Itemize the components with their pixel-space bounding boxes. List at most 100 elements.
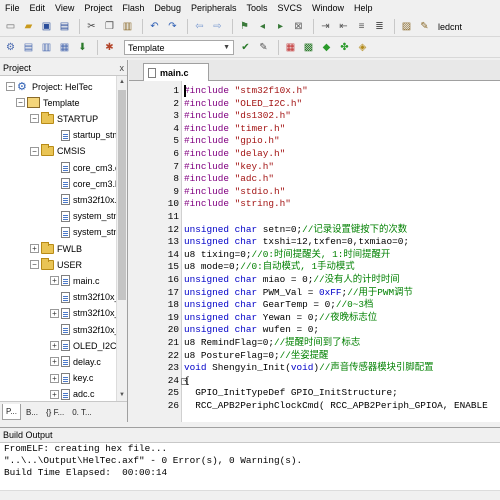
tree-folder-item[interactable]: + FWLB [30,240,82,257]
options-for-target-icon[interactable]: ✔ [238,40,253,55]
menu-window[interactable]: Window [307,0,349,17]
menu-peripherals[interactable]: Peripherals [186,0,242,17]
unindent-icon[interactable]: ⇤ [336,19,351,34]
code-editor[interactable]: #include "stm32f10x.h" #include "OLED_I2C… [184,81,500,422]
tree-file-item[interactable]: + key.c [50,370,93,387]
code-line[interactable]: #include "stdio.h" [184,186,285,199]
tree-folder-item[interactable]: − CMSIS [30,143,86,160]
expand-icon[interactable]: + [50,276,59,286]
next-bookmark-icon[interactable]: ▸ [273,19,288,34]
expand-icon[interactable]: + [50,357,59,367]
bookmark-icon[interactable]: ⚑ [237,19,252,34]
tree-folder-item[interactable]: − STARTUP [30,110,98,127]
scrollbar-thumb[interactable] [118,90,126,300]
menu-view[interactable]: View [50,0,79,17]
tree-file-item[interactable]: stm32f10x.h [50,191,122,208]
code-line[interactable]: u8 RemindFlag=0;//提醒时间到了标志 [184,337,360,350]
tab-functions[interactable]: {} F... [43,404,67,420]
download-icon[interactable]: ⬇ [75,40,90,55]
batch-build-icon[interactable]: ▦ [57,40,72,55]
rebuild-icon[interactable]: ▥ [39,40,54,55]
expand-icon[interactable]: + [50,308,59,318]
code-line[interactable]: unsigned char txshi=12,txfen=0,txmiao=0; [184,236,409,249]
build-output-scrollbar[interactable] [0,490,500,500]
tree-file-item[interactable]: core_cm3.c [50,159,120,176]
code-line[interactable]: void Shengyin_Init(void)//声音传感器模块引脚配置 [184,362,433,375]
code-line[interactable]: unsigned char Yewan = 0;//夜晚标志位 [184,312,377,325]
open-folder-icon[interactable]: ▰ [21,19,36,34]
edit-project-icon[interactable]: ✎ [417,19,432,34]
tree-file-item[interactable]: core_cm3.h [50,175,120,192]
collapse-icon[interactable]: − [16,98,25,108]
paste-icon[interactable]: ▥ [120,19,135,34]
tree-target-item[interactable]: − Template [16,94,80,111]
menu-edit[interactable]: Edit [25,0,51,17]
collapse-icon[interactable]: − [30,114,39,124]
tree-file-item[interactable]: + delay.c [50,353,101,370]
tab-main-c[interactable]: main.c [143,63,209,81]
code-line[interactable]: #include "key.h" [184,161,274,174]
code-line[interactable]: u8 PostureFlag=0;//坐姿提醒 [184,350,328,363]
tree-folder-item[interactable]: − USER [30,256,82,273]
pack-icon[interactable]: ◈ [355,40,370,55]
menu-help[interactable]: Help [349,0,378,17]
code-line[interactable]: GPIO_InitTypeDef GPIO_InitStructure; [184,387,398,400]
save-icon[interactable]: ▣ [39,19,54,34]
nav-forward-icon[interactable]: ⇨ [210,19,225,34]
code-line[interactable]: unsigned char PWM_Val = 0xFF;//用于PWM调节 [184,287,413,300]
code-line[interactable]: u8 mode=0;//0:自动模式, 1手动模式 [184,261,355,274]
code-line[interactable]: unsigned char GearTemp = 0;//0~3档 [184,299,373,312]
code-line[interactable]: #include "stm32f10x.h" [184,85,308,98]
select-software-packs-icon[interactable]: ✤ [337,40,352,55]
code-line[interactable]: unsigned char miao = 0;//没有人的计时时间 [184,274,400,287]
tree-file-item[interactable]: + OLED_I2C.c [50,337,124,354]
redo-icon[interactable]: ↷ [165,19,180,34]
close-icon[interactable]: x [120,63,125,73]
clear-bookmarks-icon[interactable]: ⊠ [291,19,306,34]
run-time-env-icon[interactable]: ◆ [319,40,334,55]
tab-project[interactable]: P... [2,404,21,420]
code-line[interactable]: #include "ds1302.h" [184,110,291,123]
tree-file-item[interactable]: + main.c [50,272,100,289]
expand-icon[interactable]: + [50,341,59,351]
code-line[interactable]: #include "delay.h" [184,148,285,161]
code-line[interactable]: unsigned char setn=0;//记录设置键按下的次数 [184,224,407,237]
code-line[interactable]: #include "OLED_I2C.h" [184,98,302,111]
expand-icon[interactable]: + [50,389,59,399]
menu-svcs[interactable]: SVCS [273,0,308,17]
collapse-icon[interactable]: − [30,146,39,156]
scroll-down-icon[interactable]: ▼ [117,389,127,401]
copy-icon[interactable]: ❐ [102,19,117,34]
menu-tools[interactable]: Tools [241,0,272,17]
compile-icon[interactable]: ⚙ [3,40,18,55]
menu-file[interactable]: File [0,0,25,17]
collapse-icon[interactable]: − [30,260,39,270]
code-line[interactable]: RCC_APB2PeriphClockCmd( RCC_APB2Periph_G… [184,400,488,413]
tab-books[interactable]: B... [23,404,41,420]
menu-project[interactable]: Project [79,0,117,17]
target-select[interactable]: Template ▼ [124,40,234,55]
expand-icon[interactable]: + [30,244,39,253]
code-line[interactable]: #include "timer.h" [184,123,285,136]
save-all-icon[interactable]: ▤ [57,19,72,34]
code-line[interactable]: unsigned char wufen = 0; [184,324,319,337]
scroll-up-icon[interactable]: ▲ [117,76,127,88]
new-file-icon[interactable]: ▭ [3,19,18,34]
find-in-files-icon[interactable]: ▨ [399,19,414,34]
uncomment-icon[interactable]: ≣ [372,19,387,34]
expand-icon[interactable]: + [50,373,59,383]
nav-back-icon[interactable]: ⇦ [192,19,207,34]
pack-installer-icon[interactable]: ▩ [301,40,316,55]
undo-icon[interactable]: ↶ [147,19,162,34]
code-line[interactable]: #include "string.h" [184,198,291,211]
menu-flash[interactable]: Flash [117,0,149,17]
target-options-icon[interactable]: ✱ [102,40,117,55]
build-icon[interactable]: ▤ [21,40,36,55]
code-line[interactable]: #include "gpio.h" [184,135,280,148]
manage-components-icon[interactable]: ▦ [283,40,298,55]
comment-icon[interactable]: ≡ [354,19,369,34]
settings-icon[interactable]: ✎ [256,40,271,55]
menu-debug[interactable]: Debug [149,0,186,17]
tree-file-item[interactable]: + adc.c [50,386,95,401]
project-tree-scrollbar[interactable]: ▲ ▼ [116,76,127,401]
